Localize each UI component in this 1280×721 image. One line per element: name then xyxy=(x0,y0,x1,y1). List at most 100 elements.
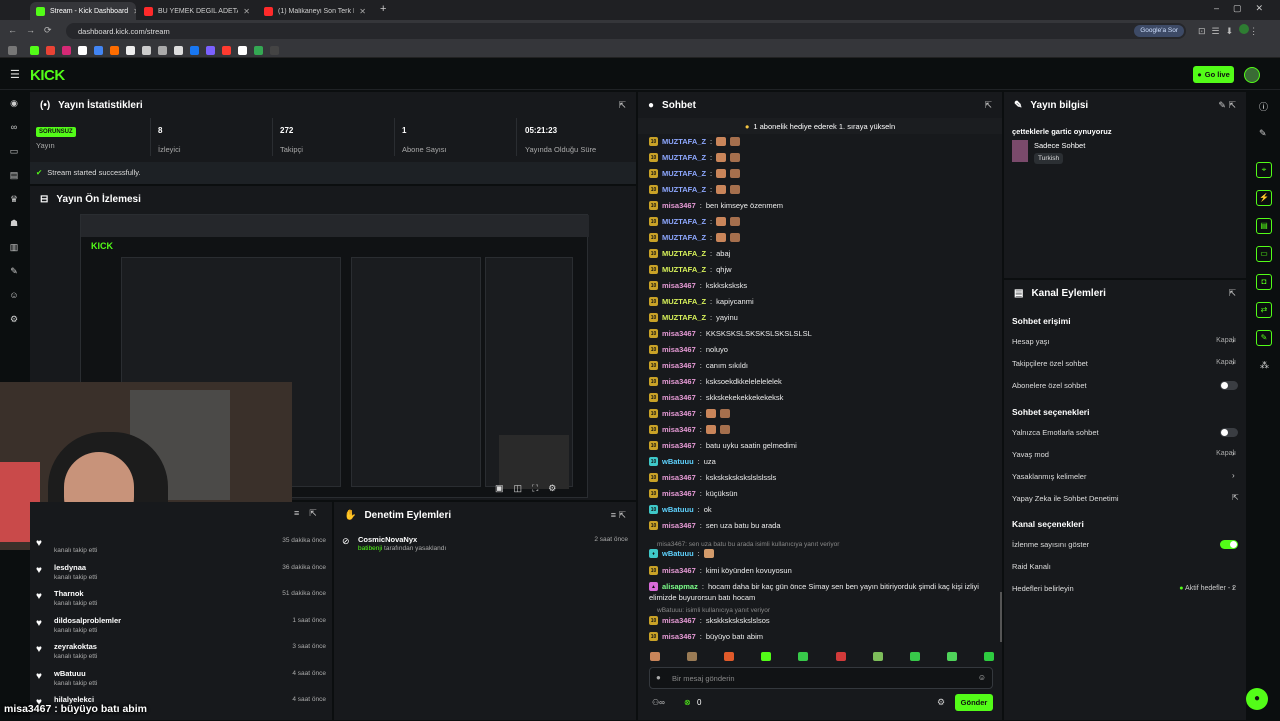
stream-icon[interactable]: ◉ xyxy=(9,98,19,108)
community-icon[interactable]: ☗ xyxy=(9,218,19,228)
trophy-icon[interactable]: ♛ xyxy=(9,194,19,204)
chat-message[interactable]: 10 MUZTAFA_Z: xyxy=(649,217,744,226)
follow-item[interactable]: ♥ Tharnok kanalı takip etti 51 dakika önce xyxy=(36,589,326,615)
go-live-button[interactable]: ● Go live xyxy=(1193,66,1234,83)
quick-action-note-icon[interactable]: ▤ xyxy=(1256,218,1272,234)
mod-actor[interactable]: batibenji xyxy=(358,545,382,552)
external-link-icon[interactable]: ⇱ xyxy=(1232,493,1239,502)
chat-username[interactable]: misa3467 xyxy=(662,489,696,498)
emote-icon[interactable] xyxy=(983,652,994,661)
quick-action-transfer-icon[interactable]: ⇄ xyxy=(1256,302,1272,318)
chat-username[interactable]: MUZTAFA_Z xyxy=(662,169,706,178)
chat-username[interactable]: MUZTAFA_Z xyxy=(662,233,706,242)
bookmark-site-icon[interactable] xyxy=(270,46,279,55)
chat-username[interactable]: wBatuuu xyxy=(662,505,694,514)
bookmark-site-icon[interactable] xyxy=(222,46,231,55)
chat-message[interactable]: 10 misa3467: küçüksün xyxy=(649,489,738,498)
chat-message[interactable]: 10 misa3467: kskskskskskslslslssls xyxy=(649,473,776,482)
quick-action-chat-icon[interactable]: ▭ xyxy=(1256,246,1272,262)
url-field[interactable]: dashboard.kick.com/stream Google'a Sor xyxy=(66,23,1186,39)
follow-item[interactable]: ♥ zeyrakoktas kanalı takip etti 3 saat önce xyxy=(36,642,326,668)
raid-label[interactable]: Raid Kanalı xyxy=(1012,562,1051,571)
emote-icon[interactable] xyxy=(724,652,735,661)
slow-mode-label[interactable]: Yavaş mod xyxy=(1012,450,1049,459)
popout-icon[interactable]: ⇱ xyxy=(618,100,626,111)
chat-message[interactable]: 10 misa3467: batu uyku saatin gelmedimi xyxy=(649,441,797,450)
chat-username[interactable]: misa3467 xyxy=(662,201,696,210)
chat-username[interactable]: misa3467 xyxy=(662,361,696,370)
follower-name[interactable]: wBatuuu xyxy=(54,669,86,678)
link-icon[interactable]: ∞ xyxy=(9,122,19,132)
chat-message[interactable]: 10 MUZTAFA_Z: kapiycanmi xyxy=(649,297,754,306)
bookmark-tiktok-icon[interactable] xyxy=(126,46,135,55)
edit-popout-icon[interactable]: ✎ ⇱ xyxy=(1218,100,1236,111)
info-icon[interactable]: ⓘ xyxy=(1259,100,1268,113)
chat-username[interactable]: misa3467 xyxy=(662,566,696,575)
quick-action-bolt-icon[interactable]: ⚡ xyxy=(1256,190,1272,206)
chat-username[interactable]: wBatuuu xyxy=(662,549,694,558)
chat-username[interactable]: MUZTAFA_Z xyxy=(662,137,706,146)
google-ask-button[interactable]: Google'a Sor xyxy=(1134,25,1184,37)
content-icon[interactable]: ▤ xyxy=(9,170,19,180)
browser-tab-youtube-1[interactable]: BU YEMEK DEĞİL ADETA ŞÖLEN ✕ xyxy=(138,2,256,20)
chat-message[interactable]: 10 MUZTAFA_Z: qhjw xyxy=(649,265,732,274)
chat-message[interactable]: 10 misa3467: canım sıkıldı xyxy=(649,361,748,370)
emote-icon[interactable] xyxy=(798,652,809,661)
chat-message[interactable]: 10 MUZTAFA_Z: xyxy=(649,169,744,178)
chat-username[interactable]: misa3467 xyxy=(662,473,696,482)
follower-name[interactable]: Tharnok xyxy=(54,589,84,598)
follow-item[interactable]: ♥ kanalı takip etti 35 dakika önce xyxy=(36,536,326,562)
settings-icon[interactable]: ⚙ xyxy=(9,314,19,324)
chat-username[interactable]: misa3467 xyxy=(662,441,696,450)
follower-name[interactable]: lesdynaa xyxy=(54,563,86,572)
emoji-icon[interactable]: ☺ xyxy=(978,673,986,682)
goals-label[interactable]: Hedefleri belirleyin xyxy=(1012,584,1074,593)
chat-message[interactable]: 10 misa3467: skskkskskskslslsos xyxy=(649,616,770,625)
chat-message[interactable]: 10 misa3467: xyxy=(649,425,734,434)
mod-user[interactable]: CosmicNovaNyx xyxy=(358,535,417,544)
apps-icon[interactable] xyxy=(8,46,17,55)
chat-username[interactable]: MUZTAFA_Z xyxy=(662,265,706,274)
chat-message[interactable]: 10 misa3467: büyüyo batı abim xyxy=(649,632,763,641)
category-name[interactable]: Sadece Sohbet xyxy=(1034,141,1085,150)
new-tab-icon[interactable]: + xyxy=(380,3,386,15)
bookmark-x-icon[interactable] xyxy=(78,46,87,55)
chat-message[interactable]: 10 misa3467: noluyo xyxy=(649,345,728,354)
chevron-right-icon[interactable]: › xyxy=(1232,583,1235,592)
bookmark-instagram-icon[interactable] xyxy=(62,46,71,55)
chat-username[interactable]: MUZTAFA_Z xyxy=(662,185,706,194)
chevron-right-icon[interactable]: › xyxy=(1232,336,1235,345)
quick-action-lock-icon[interactable]: ◘ xyxy=(1256,274,1272,290)
chat-settings-icon[interactable]: ⚙ xyxy=(937,697,945,708)
chat-username[interactable]: wBatuuu xyxy=(662,457,694,466)
emote-icon[interactable] xyxy=(909,652,920,661)
emote-icon[interactable] xyxy=(872,652,883,661)
chat-username[interactable]: misa3467 xyxy=(662,425,696,434)
help-chat-icon[interactable]: ● xyxy=(1246,688,1268,710)
chat-message[interactable]: 10 misa3467: ksksoekdkkelelelelelek xyxy=(649,377,782,386)
popout-icon[interactable]: ⇱ xyxy=(984,100,992,111)
bookmark-site-icon[interactable] xyxy=(94,46,103,55)
bookmark-site-icon[interactable] xyxy=(158,46,167,55)
popout-icon[interactable]: ⇱ xyxy=(1228,288,1236,299)
chat-username[interactable]: misa3467 xyxy=(662,281,696,290)
chat-message[interactable]: 10 misa3467: sen uza batu bu arada xyxy=(649,521,781,530)
follow-item[interactable]: ♥ wBatuuu kanalı takip etti 4 saat önce xyxy=(36,669,326,695)
chat-message[interactable]: 10 MUZTAFA_Z: xyxy=(649,153,744,162)
ai-moderation-label[interactable]: Yapay Zeka ile Sohbet Denetimi xyxy=(1012,494,1119,503)
chat-message[interactable]: 10 MUZTAFA_Z: xyxy=(649,233,744,242)
bookmark-site-icon[interactable] xyxy=(142,46,151,55)
follow-item[interactable]: ♥ dildosalproblemler kanalı takip etti 1 sa… xyxy=(36,616,326,642)
account-age-label[interactable]: Hesap yaşı xyxy=(1012,337,1050,346)
chevron-right-icon[interactable]: › xyxy=(1232,471,1235,480)
avatar[interactable] xyxy=(1244,67,1260,83)
kick-logo[interactable]: KICK xyxy=(30,67,65,84)
emote-icon[interactable] xyxy=(946,652,957,661)
chat-username[interactable]: alisapmaz xyxy=(662,582,698,591)
bookmark-site-icon[interactable] xyxy=(110,46,119,55)
sticker-icon[interactable]: ● xyxy=(656,673,661,682)
chat-username[interactable]: MUZTAFA_Z xyxy=(662,217,706,226)
emotes-only-toggle[interactable] xyxy=(1220,428,1238,437)
chat-message[interactable]: 10 misa3467: KKSKSKSLSKSKSLSKSLSLSL xyxy=(649,329,812,338)
chat-message[interactable]: 10 misa3467: ben kimseye özenmem xyxy=(649,201,783,210)
